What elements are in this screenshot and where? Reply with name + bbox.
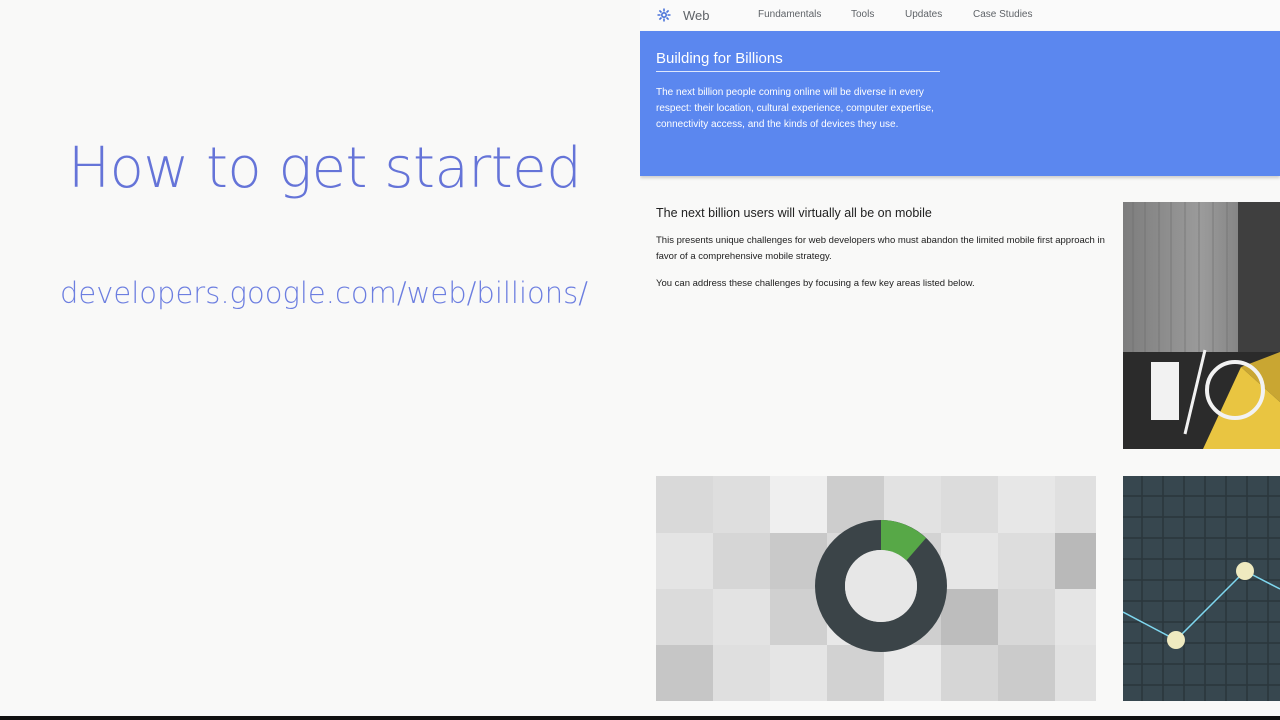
section-paragraph: This presents unique challenges for web … xyxy=(656,235,1105,262)
slide-url-link[interactable]: developers.google.com/web/billions/ xyxy=(60,276,588,310)
nav-tools[interactable]: Tools xyxy=(851,9,874,20)
google-io-video-thumbnail[interactable] xyxy=(1123,202,1280,449)
hero-title: Building for Billions xyxy=(656,50,783,67)
section-paragraph: You can address these challenges by focu… xyxy=(656,278,975,289)
hero-description: The next billion people coming online wi… xyxy=(656,87,934,130)
google-io-logo-icon xyxy=(1123,202,1280,449)
brand-name[interactable]: Web xyxy=(683,8,710,23)
bottom-edge-bar xyxy=(0,716,1280,720)
hero-banner: Building for Billions The next billion p… xyxy=(640,31,1280,176)
slide-panel: How to get started developers.google.com… xyxy=(0,0,640,720)
slide-title: How to get started xyxy=(68,136,582,201)
section-heading: The next billion users will virtually al… xyxy=(656,206,932,220)
nav-case-studies[interactable]: Case Studies xyxy=(973,9,1032,20)
nav-updates[interactable]: Updates xyxy=(905,9,942,20)
line-graph-icon xyxy=(1123,476,1280,701)
nav-fundamentals[interactable]: Fundamentals xyxy=(758,9,821,20)
website-screenshot: Web Fundamentals Tools Updates Case Stud… xyxy=(640,0,1280,720)
pixel-donut-card[interactable] xyxy=(656,476,1096,701)
top-nav: Web Fundamentals Tools Updates Case Stud… xyxy=(640,0,1280,31)
web-fundamentals-icon[interactable] xyxy=(656,7,672,23)
hero-divider xyxy=(656,71,940,72)
line-graph-card[interactable] xyxy=(1123,476,1280,701)
donut-progress-icon xyxy=(656,476,1096,701)
